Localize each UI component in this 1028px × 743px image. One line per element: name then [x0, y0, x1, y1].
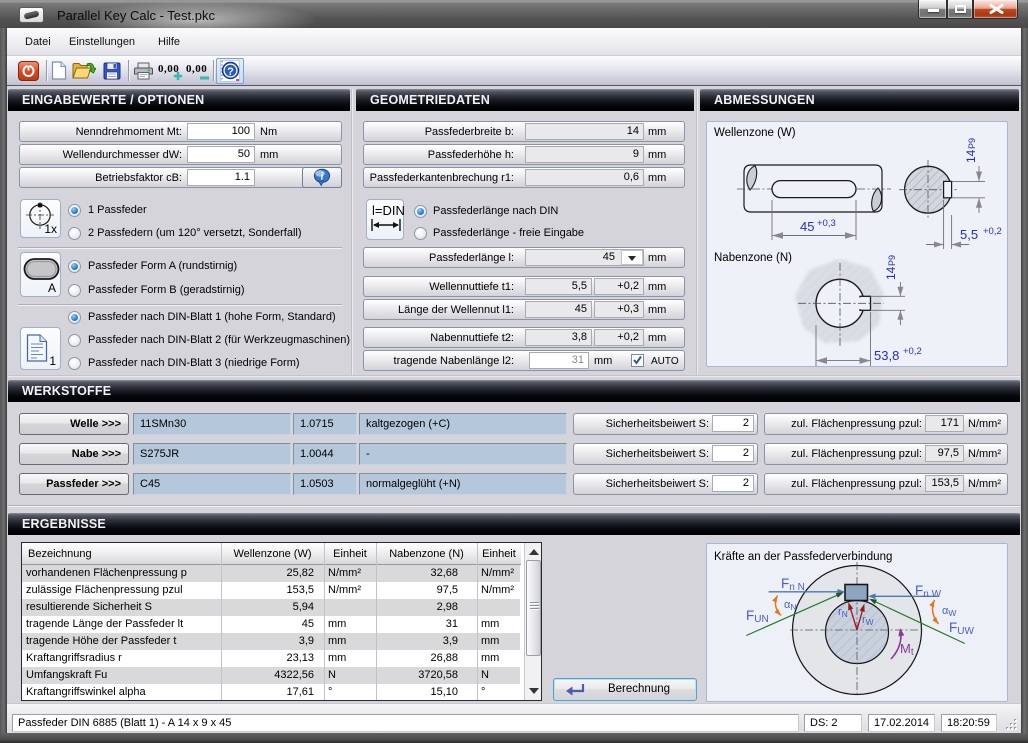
svg-text:+0,3: +0,3	[817, 218, 836, 229]
svg-text:?: ?	[227, 66, 234, 78]
svg-text:+0,2: +0,2	[983, 226, 1002, 237]
svg-text:14: 14	[884, 266, 898, 280]
svg-text:i: i	[321, 172, 324, 183]
svg-text:5,5: 5,5	[960, 227, 978, 242]
svg-text:P9: P9	[967, 138, 977, 149]
svg-text:+0,2: +0,2	[903, 346, 922, 357]
svg-text:Wellenzone (W): Wellenzone (W)	[714, 127, 796, 139]
svg-text:53,8: 53,8	[874, 348, 899, 363]
svg-text:Fn N: Fn N	[781, 576, 805, 593]
svg-text:αW: αW	[942, 605, 956, 618]
svg-text:Kräfte an der Passfederverbind: Kräfte an der Passfederverbindung	[714, 551, 892, 563]
svg-text:Fn W: Fn W	[915, 583, 942, 600]
svg-text:P9: P9	[887, 255, 897, 266]
svg-text:FUW: FUW	[949, 620, 974, 637]
svg-text:14: 14	[964, 149, 978, 163]
svg-text:αN: αN	[784, 599, 797, 612]
svg-text:FUN: FUN	[746, 608, 769, 625]
svg-text:Nabenzone (N): Nabenzone (N)	[714, 252, 792, 264]
svg-text:45: 45	[800, 219, 814, 234]
